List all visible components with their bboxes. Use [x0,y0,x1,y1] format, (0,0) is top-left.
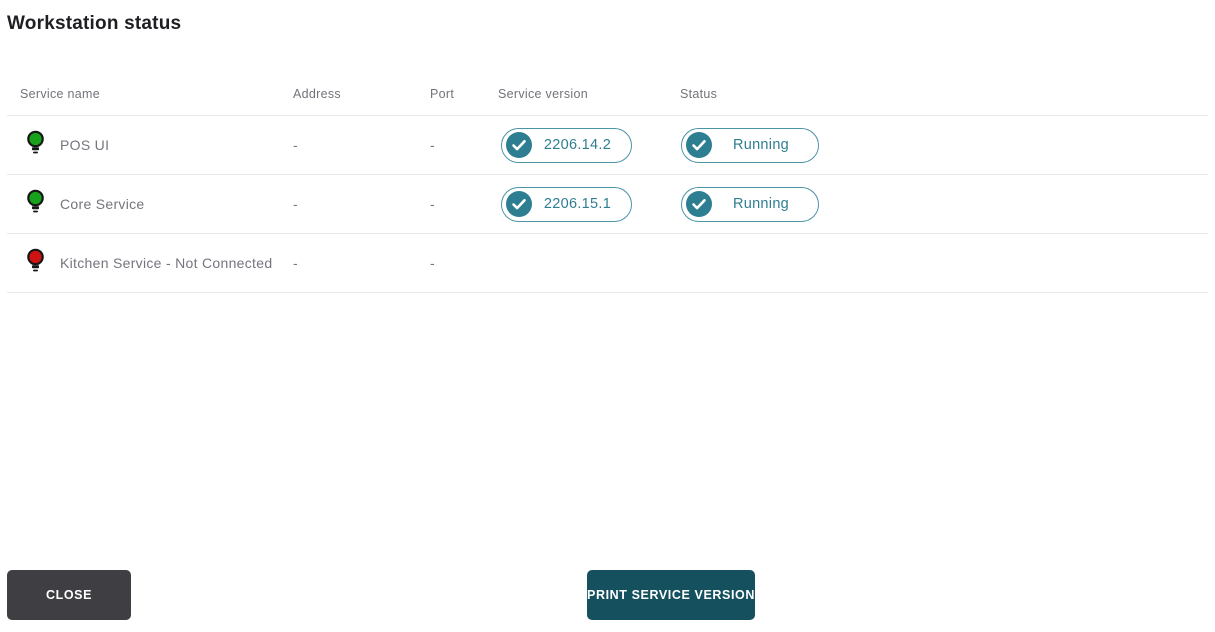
column-header-address: Address [293,87,341,101]
column-header-port: Port [430,87,455,101]
column-header-service-version: Service version [498,87,588,101]
status-badge: Running [681,186,819,222]
check-circle-icon [686,191,712,217]
service-version-value: 2206.14.2 [543,137,612,153]
service-name-label: POS UI [60,137,110,153]
address-value: - [293,255,298,271]
service-name-label: Kitchen Service - Not Connected [60,255,273,271]
port-value: - [430,196,435,212]
table-row: Kitchen Service - Not Connected - - [7,234,1208,293]
status-value: Running [732,137,790,153]
address-value: - [293,137,298,153]
close-button[interactable]: CLOSE [7,570,131,620]
service-version-badge: 2206.14.2 [501,127,632,163]
page-title: Workstation status [7,13,182,34]
print-service-version-button[interactable]: PRINT SERVICE VERSION [587,570,755,620]
bulb-icon-green [26,130,45,160]
table-row: POS UI - - 2206.14.2 Running [7,116,1208,175]
bulb-icon-green [26,189,45,219]
check-circle-icon [506,132,532,158]
check-circle-icon [506,191,532,217]
check-circle-icon [686,132,712,158]
table-row: Core Service - - 2206.15.1 Running [7,175,1208,234]
table-header-row: Service name Address Port Service versio… [7,35,1208,116]
bulb-icon-red [26,248,45,278]
service-version-value: 2206.15.1 [543,196,612,212]
address-value: - [293,196,298,212]
workstation-status-table: Service name Address Port Service versio… [7,35,1208,293]
column-header-service-name: Service name [20,87,101,101]
status-value: Running [732,196,790,212]
port-value: - [430,255,435,271]
status-badge: Running [681,127,819,163]
service-name-label: Core Service [60,196,145,212]
service-version-badge: 2206.15.1 [501,186,632,222]
port-value: - [430,137,435,153]
column-header-status: Status [680,87,718,101]
footer-actions: CLOSE PRINT SERVICE VERSION [0,570,1215,620]
